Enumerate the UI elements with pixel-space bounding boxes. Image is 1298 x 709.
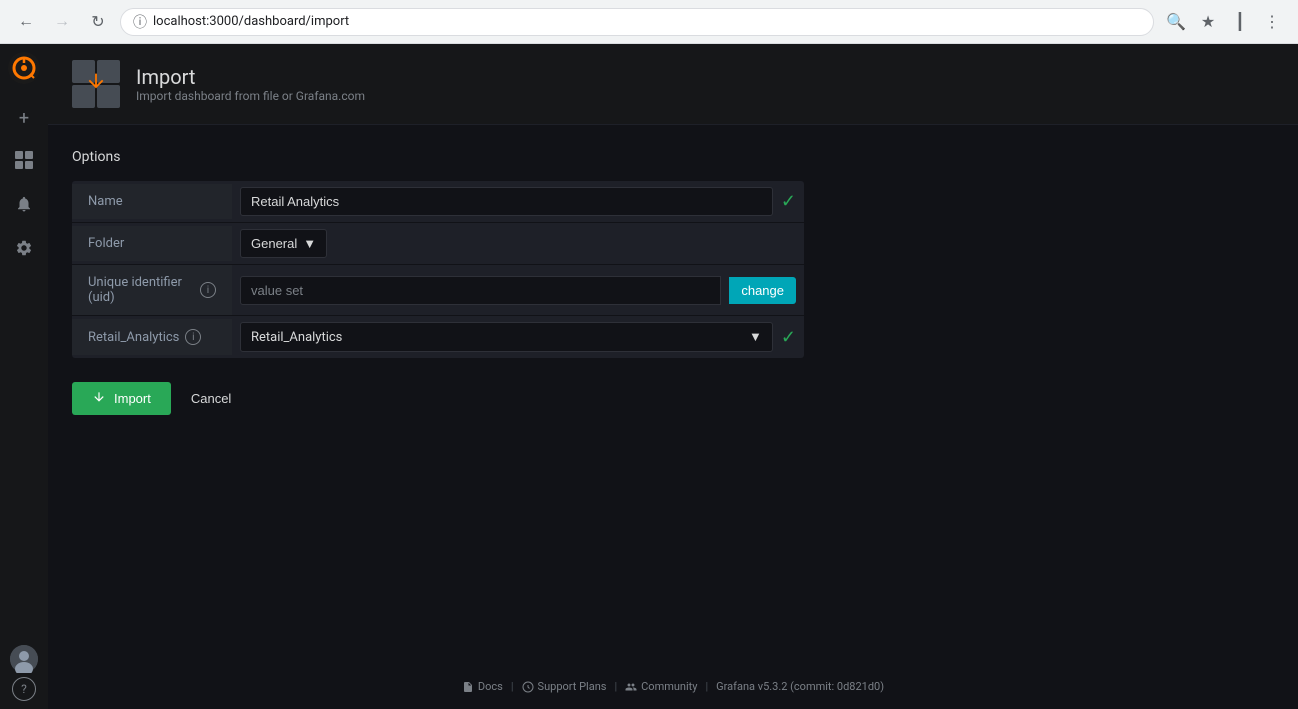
datasource-dropdown-arrow-icon: ▼ xyxy=(749,329,762,345)
question-mark-icon: ? xyxy=(21,682,27,696)
plus-icon: + xyxy=(19,108,29,129)
datasource-dropdown-wrap: Retail_Analytics ▼ xyxy=(240,322,773,352)
sidebar-bottom: ? xyxy=(10,645,38,701)
name-check-icon: ✓ xyxy=(781,191,796,212)
lock-icon: ⓘ xyxy=(133,12,147,32)
sidebar: + xyxy=(0,44,48,709)
button-row: Import Cancel xyxy=(72,382,804,415)
change-uid-button[interactable]: change xyxy=(729,277,796,304)
datasource-label-cell: Retail_Analytics i xyxy=(72,319,232,355)
page-header-text: Import Import dashboard from file or Gra… xyxy=(136,65,365,103)
docs-link[interactable]: Docs xyxy=(462,680,503,693)
version-text: Grafana v5.3.2 (commit: 0d821d0) xyxy=(716,680,884,693)
folder-input-cell: General ▼ xyxy=(232,223,804,264)
uid-row: Unique identifier (uid) i change xyxy=(72,265,804,316)
sidebar-item-dashboards[interactable] xyxy=(4,142,44,182)
main-content: Import Import dashboard from file or Gra… xyxy=(48,44,1298,709)
folder-value: General xyxy=(251,236,297,251)
uid-label-cell: Unique identifier (uid) i xyxy=(72,265,232,315)
sidebar-item-settings[interactable] xyxy=(4,230,44,270)
address-bar[interactable]: ⓘ localhost:3000/dashboard/import xyxy=(120,8,1154,36)
uid-input[interactable] xyxy=(240,276,721,305)
form-area: Options Name ✓ Folder xyxy=(48,125,828,439)
form-table: Name ✓ Folder General ▼ xyxy=(72,181,804,358)
app-layout: + xyxy=(0,44,1298,709)
profile-button[interactable]: ┃ xyxy=(1226,8,1254,36)
name-input[interactable] xyxy=(240,187,773,216)
reload-button[interactable]: ↻ xyxy=(84,8,112,36)
page-subtitle: Import dashboard from file or Grafana.co… xyxy=(136,89,365,103)
footer-sep-2: | xyxy=(614,680,617,693)
import-arrow-icon xyxy=(85,70,107,98)
dashboards-icon xyxy=(14,150,34,175)
datasource-row: Retail_Analytics i Retail_Analytics ▼ ✓ xyxy=(72,316,804,358)
import-button-label: Import xyxy=(114,391,151,406)
avatar[interactable] xyxy=(10,645,38,673)
folder-row: Folder General ▼ xyxy=(72,223,804,265)
help-button[interactable]: ? xyxy=(12,677,36,701)
bell-icon xyxy=(15,195,33,218)
datasource-select[interactable]: Retail_Analytics ▼ xyxy=(240,322,773,352)
community-link[interactable]: Community xyxy=(625,680,697,693)
datasource-check-icon: ✓ xyxy=(781,327,796,348)
page-header-icon xyxy=(72,60,120,108)
sidebar-item-add[interactable]: + xyxy=(4,98,44,138)
gear-icon xyxy=(15,239,33,262)
name-label: Name xyxy=(72,184,232,219)
name-input-cell: ✓ xyxy=(232,181,804,222)
footer: Docs | Support Plans | Community | Grafa… xyxy=(48,664,1298,709)
folder-select-button[interactable]: General ▼ xyxy=(240,229,327,258)
cancel-button[interactable]: Cancel xyxy=(187,383,235,414)
page-header: Import Import dashboard from file or Gra… xyxy=(48,44,1298,125)
page-title: Import xyxy=(136,65,365,89)
datasource-input-cell: Retail_Analytics ▼ ✓ xyxy=(232,316,804,358)
menu-button[interactable]: ⋮ xyxy=(1258,8,1286,36)
dropdown-arrow-icon: ▼ xyxy=(303,236,316,251)
uid-info-icon[interactable]: i xyxy=(200,282,216,298)
forward-button[interactable]: → xyxy=(48,8,76,36)
grafana-logo[interactable] xyxy=(8,52,40,84)
url-text: localhost:3000/dashboard/import xyxy=(153,14,349,29)
folder-label: Folder xyxy=(72,226,232,261)
import-icon xyxy=(92,390,106,407)
uid-input-cell: change xyxy=(232,270,804,311)
footer-sep-1: | xyxy=(511,680,514,693)
browser-chrome: ← → ↻ ⓘ localhost:3000/dashboard/import … xyxy=(0,0,1298,44)
support-link[interactable]: Support Plans xyxy=(522,680,607,693)
name-row: Name ✓ xyxy=(72,181,804,223)
datasource-value: Retail_Analytics xyxy=(251,330,342,345)
browser-actions: 🔍 ★ ┃ ⋮ xyxy=(1162,8,1286,36)
bookmark-button[interactable]: ★ xyxy=(1194,8,1222,36)
back-button[interactable]: ← xyxy=(12,8,40,36)
options-section-title: Options xyxy=(72,149,804,165)
datasource-info-icon[interactable]: i xyxy=(185,329,201,345)
footer-sep-3: | xyxy=(705,680,708,693)
zoom-button[interactable]: 🔍 xyxy=(1162,8,1190,36)
import-button[interactable]: Import xyxy=(72,382,171,415)
sidebar-item-alerts[interactable] xyxy=(4,186,44,226)
